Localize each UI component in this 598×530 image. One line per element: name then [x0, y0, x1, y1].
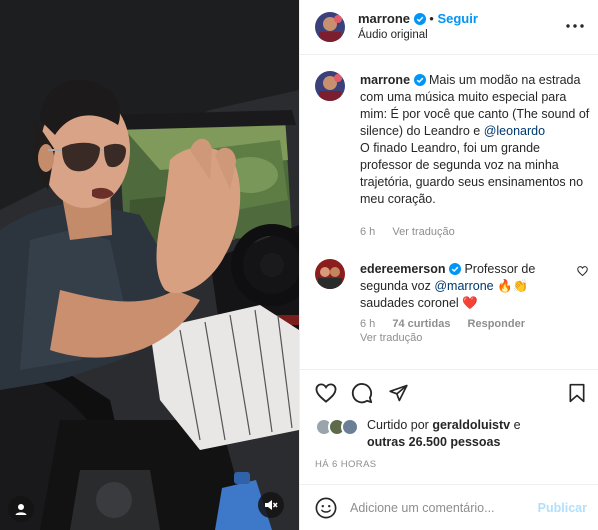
user-tag-icon [15, 504, 27, 515]
comment-likes-count[interactable]: 74 curtidas [392, 318, 450, 330]
post-header: marrone • Seguir Áudio original [300, 0, 598, 55]
comment-reply-button[interactable]: Responder [468, 318, 525, 330]
commenter-username[interactable]: edereemerson [360, 262, 445, 276]
comment-like-button[interactable] [575, 264, 589, 278]
comment-time[interactable]: 6 h [360, 318, 375, 330]
liker-avatar [341, 418, 359, 436]
comment-emojis: 🔥👏 [497, 279, 529, 293]
caption-mention-link[interactable]: @leonardo [484, 124, 545, 138]
heart-icon [315, 383, 337, 403]
save-button[interactable] [565, 381, 589, 405]
post-sidebar: marrone • Seguir Áudio original marrone … [299, 0, 598, 530]
muted-audio-icon [265, 500, 278, 510]
author-avatar-image [315, 12, 345, 42]
author-avatar[interactable] [315, 12, 345, 42]
post-comment-button[interactable]: Publicar [538, 501, 587, 515]
comments-list: marrone Mais um modão na estrada com uma… [300, 56, 598, 368]
post-timestamp[interactable]: HÁ 6 HORAS [315, 459, 377, 470]
more-options-button[interactable] [565, 18, 585, 34]
comment-button[interactable] [350, 381, 374, 405]
share-icon [388, 384, 408, 402]
comment-mention-link[interactable]: @marrone [434, 279, 493, 293]
comment-translate-link[interactable]: Ver tradução [360, 332, 422, 344]
like-button[interactable] [314, 381, 338, 405]
liker-avatars[interactable] [315, 418, 363, 440]
small-heart-icon [576, 266, 588, 276]
follow-button[interactable]: Seguir [437, 11, 477, 26]
caption-author-username[interactable]: marrone [360, 73, 410, 87]
caption-author-avatar[interactable] [315, 71, 345, 101]
share-button[interactable] [386, 381, 410, 405]
comment-heart-emoji: ❤️ [462, 296, 478, 310]
post-video[interactable] [0, 0, 299, 530]
comment-text-continued: saudades coronel [360, 296, 459, 310]
user-tag-button[interactable] [8, 496, 34, 522]
commenter-avatar-image [315, 259, 345, 289]
emoji-icon [315, 497, 337, 519]
caption-time[interactable]: 6 h [360, 226, 375, 238]
comment-meta: 6 h 74 curtidas Responder [360, 318, 539, 330]
commenter-avatar[interactable] [315, 259, 345, 289]
verified-badge-icon [448, 263, 461, 275]
more-options-icon [566, 24, 584, 28]
liker-username[interactable]: geraldoluistv [432, 418, 510, 432]
comment-icon [351, 383, 373, 404]
likes-text: Curtido por geraldoluistv e outras 26.50… [367, 417, 557, 451]
post-caption: marrone Mais um modão na estrada com uma… [360, 72, 592, 208]
comment-composer: Publicar [300, 484, 598, 530]
comment-input[interactable] [350, 498, 530, 518]
emoji-button[interactable] [315, 497, 337, 519]
caption-meta: 6 h Ver tradução [360, 226, 469, 238]
likes-middle: e [513, 418, 521, 432]
audio-link[interactable]: Áudio original [358, 29, 428, 41]
comment-item: edereemerson Professor de segunda voz @m… [360, 261, 572, 312]
caption-avatar-image [315, 71, 345, 101]
separator-dot: • [429, 11, 434, 26]
verified-badge-icon [413, 13, 426, 25]
verified-badge-icon [413, 74, 426, 86]
caption-text-continued: O finado Leandro, foi um grande professo… [360, 141, 584, 206]
caption-translate-link[interactable]: Ver tradução [392, 226, 454, 238]
likes-prefix: Curtido por [367, 418, 429, 432]
author-username[interactable]: marrone [358, 11, 410, 26]
author-line: marrone • Seguir [358, 11, 478, 26]
video-frame-image [0, 0, 299, 530]
likes-count-link[interactable]: outras 26.500 pessoas [367, 435, 500, 449]
bookmark-icon [569, 383, 585, 403]
mute-button[interactable] [258, 492, 284, 518]
